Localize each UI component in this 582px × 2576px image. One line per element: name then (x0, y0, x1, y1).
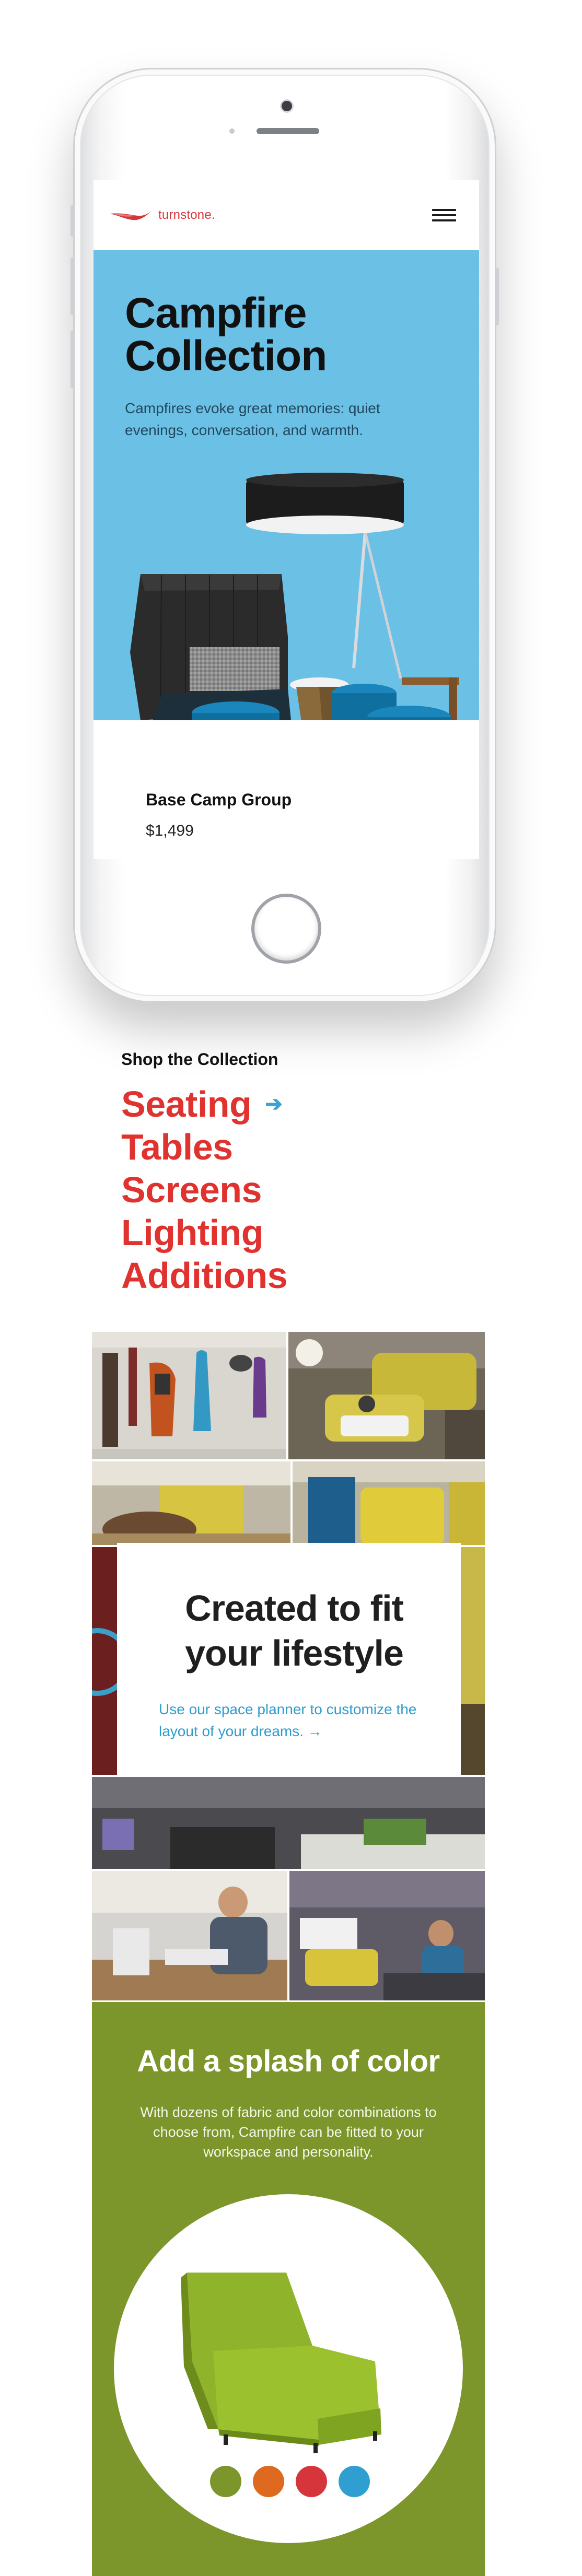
home-button (251, 894, 321, 964)
hero-banner: Campfire Collection Campfires evoke grea… (94, 250, 479, 720)
photo-team-workspace (289, 1871, 485, 2000)
product-name: Base Camp Group (146, 790, 292, 809)
hamburger-menu-icon[interactable] (432, 209, 456, 221)
category-list: Seating ➔ Tables Screens Lighting Additi… (121, 1083, 288, 1297)
product-card[interactable]: Base Camp Group $1,499 (146, 790, 292, 840)
shop-heading: Shop the Collection (121, 1050, 278, 1069)
front-camera (282, 101, 292, 111)
swatch-blue[interactable] (339, 2466, 370, 2497)
photo-coat-hooks (92, 1332, 286, 1459)
volume-up-button (71, 257, 75, 315)
photo-yellow-chairs (293, 1461, 485, 1545)
color-swatches (210, 2466, 370, 2497)
product-price: $1,499 (146, 822, 194, 839)
hero-title: Campfire Collection (125, 289, 327, 380)
phone-screen: turnstone. Campfire Collection Campfires… (94, 180, 479, 859)
brand-wordmark: turnstone. (158, 208, 215, 222)
category-link-tables[interactable]: Tables (121, 1126, 287, 1168)
brand-logo[interactable]: turnstone. (109, 207, 215, 223)
planner-card: Created to fit your lifestyle Use our sp… (117, 1543, 461, 1775)
category-link-seating[interactable]: Seating ➔ (121, 1083, 287, 1126)
category-label: Screens (121, 1169, 262, 1210)
category-label: Seating (121, 1084, 252, 1125)
lifestyle-collage: Created to fit your lifestyle Use our sp… (92, 1332, 485, 2000)
volume-down-button (71, 331, 75, 388)
category-label: Additions (121, 1255, 288, 1296)
photo-open-office (92, 1777, 485, 1869)
color-section-title: Add a splash of color (137, 2044, 440, 2078)
turnstone-logo-icon (110, 209, 153, 220)
swatch-red[interactable] (296, 2466, 327, 2497)
category-label: Lighting (121, 1212, 264, 1253)
photo-desk-nap (92, 1461, 290, 1545)
mute-switch (71, 205, 75, 237)
hero-subtitle: Campfires evoke great memories: quiet ev… (125, 400, 380, 438)
green-lounge-chair-image (181, 2273, 381, 2453)
category-link-additions[interactable]: Additions (121, 1254, 288, 1297)
space-planner-link[interactable]: Use our space planner to customize the l… (159, 1699, 429, 1742)
top-nav: turnstone. (94, 180, 479, 250)
page: turnstone. Campfire Collection Campfires… (0, 0, 582, 2576)
earpiece-speaker (257, 128, 319, 134)
photo-lounge-overhead (288, 1332, 485, 1459)
color-section-body: With dozens of fabric and color combinat… (140, 2104, 437, 2160)
swatch-orange[interactable] (253, 2466, 284, 2497)
arrow-right-icon: ➔ (265, 1093, 283, 1116)
color-section: Add a splash of color With dozens of fab… (92, 2002, 485, 2576)
proximity-sensor (229, 128, 235, 134)
phone-mockup: turnstone. Campfire Collection Campfires… (71, 68, 499, 1003)
shop-collection: Shop the Collection Seating ➔ Tables Scr… (121, 1050, 288, 1297)
category-label: Tables (121, 1127, 233, 1167)
swatch-green[interactable] (210, 2466, 241, 2497)
photo-worker-laptop (92, 1871, 287, 2000)
category-link-screens[interactable]: Screens (121, 1168, 287, 1211)
power-button (495, 268, 499, 325)
planner-title: Created to fit your lifestyle (185, 1588, 404, 1673)
category-link-lighting[interactable]: Lighting (121, 1211, 287, 1254)
